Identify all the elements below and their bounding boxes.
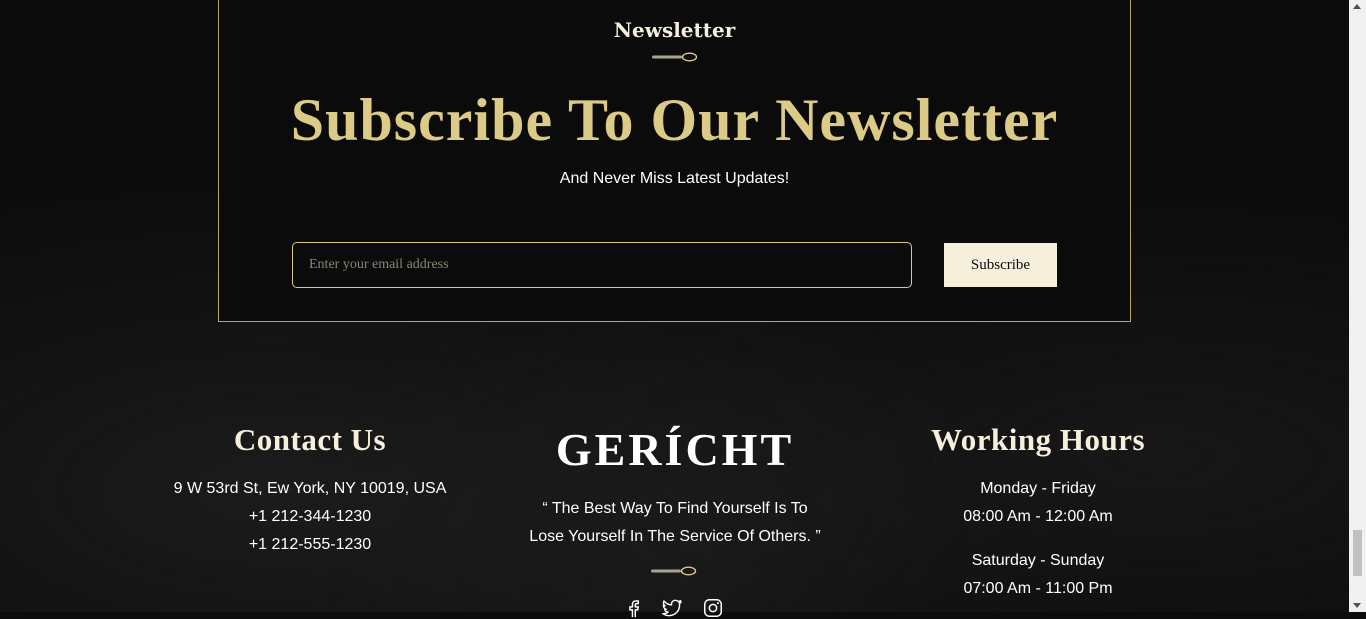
contact-phone-2[interactable]: +1 212-555-1230 <box>110 531 510 559</box>
instagram-icon[interactable] <box>702 597 724 619</box>
contact-column: Contact Us 9 W 53rd St, Ew York, NY 1001… <box>110 420 510 559</box>
weekend-label: Saturday - Sunday <box>971 552 1105 569</box>
spoon-divider-icon <box>652 52 698 62</box>
weekend-time: 07:00 Am - 11:00 Pm <box>963 580 1113 597</box>
brand-column: GERÍCHT “ The Best Way To Find Yourself … <box>475 420 875 618</box>
scrollbar-thumb[interactable] <box>1353 530 1362 576</box>
scroll-up-icon[interactable] <box>1353 4 1361 9</box>
brand-quote-line-2: Lose Yourself In The Service Of Others. … <box>529 528 821 545</box>
weekday-time: 08:00 Am - 12:00 Am <box>963 508 1113 525</box>
newsletter-title: Subscribe To Our Newsletter <box>290 87 1059 153</box>
contact-address: 9 W 53rd St, Ew York, NY 10019, USA <box>173 480 447 497</box>
scroll-down-icon[interactable] <box>1353 603 1361 608</box>
brand-logo[interactable]: GERÍCHT <box>475 422 875 478</box>
facebook-icon[interactable] <box>622 597 644 619</box>
newsletter-subtitle: And Never Miss Latest Updates! <box>559 170 790 187</box>
newsletter-tag: Newsletter <box>613 18 736 42</box>
brand-quote-line-1: “ The Best Way To Find Yourself Is To <box>542 500 808 517</box>
email-input[interactable] <box>292 242 912 288</box>
vertical-scrollbar[interactable] <box>1349 0 1366 612</box>
page: Newsletter Subscribe To Our Newsletter A… <box>0 0 1349 618</box>
social-links <box>620 597 730 619</box>
weekday-label: Monday - Friday <box>980 480 1096 497</box>
contact-phone-1[interactable]: +1 212-344-1230 <box>110 503 510 531</box>
working-hours-heading: Working Hours <box>930 422 1146 457</box>
contact-heading: Contact Us <box>233 422 387 457</box>
spoon-divider-icon <box>651 566 697 576</box>
twitter-icon[interactable] <box>661 597 683 619</box>
newsletter-section: Newsletter Subscribe To Our Newsletter A… <box>218 0 1131 322</box>
working-hours-column: Working Hours Monday - Friday 08:00 Am -… <box>838 420 1238 603</box>
subscribe-button[interactable]: Subscribe <box>944 243 1057 287</box>
